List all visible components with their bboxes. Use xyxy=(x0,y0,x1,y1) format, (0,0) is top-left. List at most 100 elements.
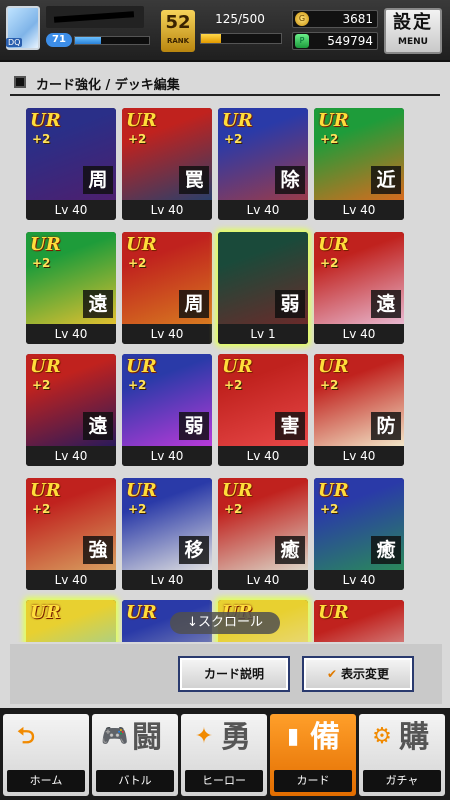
card-rarity-label: UR xyxy=(318,480,349,501)
card-level-label: Lv 40 xyxy=(26,446,116,466)
player-name-redacted xyxy=(46,6,144,28)
nav-item-2[interactable]: 🎮 闘バトル xyxy=(92,714,178,796)
card-plus-label: +2 xyxy=(32,256,51,270)
card-item[interactable]: UR xyxy=(26,600,116,642)
nav-label: ホーム xyxy=(7,770,85,792)
card-item[interactable]: UR +2 移 Lv 40 xyxy=(122,478,212,590)
card-plus-label: +2 xyxy=(32,132,51,146)
card-rarity-label: UR xyxy=(222,480,253,501)
card-item[interactable]: UR +2 癒 Lv 40 xyxy=(218,478,308,590)
card-level-label: Lv 40 xyxy=(26,324,116,344)
card-rarity-label: UR xyxy=(126,110,157,131)
rank-number: 52 xyxy=(165,12,191,33)
card-role-label: 移 xyxy=(179,536,209,564)
action-bar: カード説明 ✔ 表示変更 xyxy=(10,644,442,704)
exp-bar xyxy=(74,36,150,45)
hero-icon: ✦ xyxy=(194,724,214,749)
card-plus-label: +2 xyxy=(320,256,339,270)
card-item[interactable]: UR +2 除 Lv 40 xyxy=(218,108,308,220)
avatar-tag: DQ xyxy=(6,38,23,47)
card-item[interactable]: UR +2 遠 Lv 40 xyxy=(26,354,116,466)
card-role-label: 防 xyxy=(371,412,401,440)
card-rarity-label: UR xyxy=(126,602,157,623)
card-role-label: 強 xyxy=(83,536,113,564)
nav-item-4[interactable]: ▮ 備カード xyxy=(270,714,356,796)
nav-label: ガチャ xyxy=(363,770,441,792)
gem-counter: P 549794 xyxy=(292,32,378,50)
card-grid[interactable]: UR +2 周 Lv 40 UR +2 罠 Lv 40 UR +2 除 Lv 40 UR +2 近 Lv 40… xyxy=(10,102,442,642)
card-item[interactable]: UR +2 周 Lv 40 xyxy=(26,108,116,220)
card-level-label: Lv 40 xyxy=(26,570,116,590)
card-level-label: Lv 40 xyxy=(218,570,308,590)
nav-item-1[interactable]: ⮌ ホーム xyxy=(3,714,89,796)
card-role-label: 遠 xyxy=(83,412,113,440)
card-item[interactable]: UR +2 癒 Lv 40 xyxy=(314,478,404,590)
nav-label: カード xyxy=(274,770,352,792)
card-rarity-label: UR xyxy=(30,480,61,501)
card-item[interactable]: UR +2 遠 Lv 40 xyxy=(26,232,116,344)
card-item[interactable]: UR +2 防 Lv 40 xyxy=(314,354,404,466)
nav-label: バトル xyxy=(96,770,174,792)
nav-label: ヒーロー xyxy=(185,770,263,792)
section-header: カード強化 / デッキ編集 xyxy=(10,72,440,96)
exp-bar-fill xyxy=(75,37,101,44)
card-item[interactable]: UR xyxy=(314,600,404,642)
card-role-label: 害 xyxy=(275,412,305,440)
card-item[interactable]: UR +2 害 Lv 40 xyxy=(218,354,308,466)
card-rarity-label: UR xyxy=(30,602,61,623)
card-role-label: 周 xyxy=(83,166,113,194)
card-rarity-label: UR xyxy=(126,480,157,501)
bottom-nav: ⮌ ホーム 🎮 闘バトル ✦ 勇ヒーロー ▮ 備カード ⚙ 購ガチャ xyxy=(0,708,450,800)
card-item[interactable]: UR +2 罠 Lv 40 xyxy=(122,108,212,220)
nav-kanji: 購 xyxy=(399,720,429,755)
card-description-button[interactable]: カード説明 xyxy=(178,656,290,692)
card-plus-label: +2 xyxy=(128,132,147,146)
view-toggle-button[interactable]: ✔ 表示変更 xyxy=(302,656,414,692)
rank-label: RANK xyxy=(166,37,190,45)
card-role-label: 癒 xyxy=(371,536,401,564)
player-level-badge: 71 xyxy=(46,33,72,47)
scroll-hint: ↓スクロール xyxy=(170,612,280,634)
card-level-label: Lv 40 xyxy=(122,446,212,466)
card-role-label: 弱 xyxy=(179,412,209,440)
stamina-bar xyxy=(200,33,282,44)
card-level-label: Lv 40 xyxy=(314,446,404,466)
card-plus-label: +2 xyxy=(32,378,51,392)
card-role-label: 弱 xyxy=(275,290,305,318)
card-rarity-label: UR xyxy=(318,234,349,255)
card-item[interactable]: UR +2 周 Lv 40 xyxy=(122,232,212,344)
card-item[interactable]: 弱 Lv 1 xyxy=(218,232,308,344)
card-level-label: Lv 40 xyxy=(122,324,212,344)
gem-amount: 549794 xyxy=(327,34,373,48)
card-plus-label: +2 xyxy=(128,502,147,516)
card-level-label: Lv 40 xyxy=(26,200,116,220)
nav-item-5[interactable]: ⚙ 購ガチャ xyxy=(359,714,445,796)
nav-kanji: 勇 xyxy=(221,720,251,755)
rank-badge: 52 RANK xyxy=(161,10,195,52)
card-rarity-label: UR xyxy=(30,356,61,377)
nav-item-3[interactable]: ✦ 勇ヒーロー xyxy=(181,714,267,796)
card-item[interactable]: UR +2 遠 Lv 40 xyxy=(314,232,404,344)
card-level-label: Lv 1 xyxy=(218,324,308,344)
card-role-label: 近 xyxy=(371,166,401,194)
card-rarity-label: UR xyxy=(222,356,253,377)
gamepad-icon: 🎮 xyxy=(101,724,129,749)
coin-icon: G xyxy=(295,12,309,26)
card-level-label: Lv 40 xyxy=(314,200,404,220)
check-icon: ✔ xyxy=(326,667,338,681)
card-role-label: 周 xyxy=(179,290,209,318)
top-bar: DQ 71 52 RANK 125/500 G 3681 P 549794 設定… xyxy=(0,0,450,62)
card-level-label: Lv 40 xyxy=(218,446,308,466)
card-item[interactable]: UR +2 強 Lv 40 xyxy=(26,478,116,590)
card-level-label: Lv 40 xyxy=(314,570,404,590)
menu-label: MENU xyxy=(398,37,428,47)
card-rarity-label: UR xyxy=(30,110,61,131)
card-item[interactable]: UR +2 弱 Lv 40 xyxy=(122,354,212,466)
settings-label: 設定 xyxy=(393,12,433,33)
section-mark-icon xyxy=(14,76,26,88)
settings-menu-button[interactable]: 設定 MENU xyxy=(384,8,442,54)
card-item[interactable]: UR +2 近 Lv 40 xyxy=(314,108,404,220)
card-plus-label: +2 xyxy=(128,378,147,392)
section-title: カード強化 / デッキ編集 xyxy=(36,78,180,93)
back-arrow-icon: ⮌ xyxy=(17,724,35,749)
